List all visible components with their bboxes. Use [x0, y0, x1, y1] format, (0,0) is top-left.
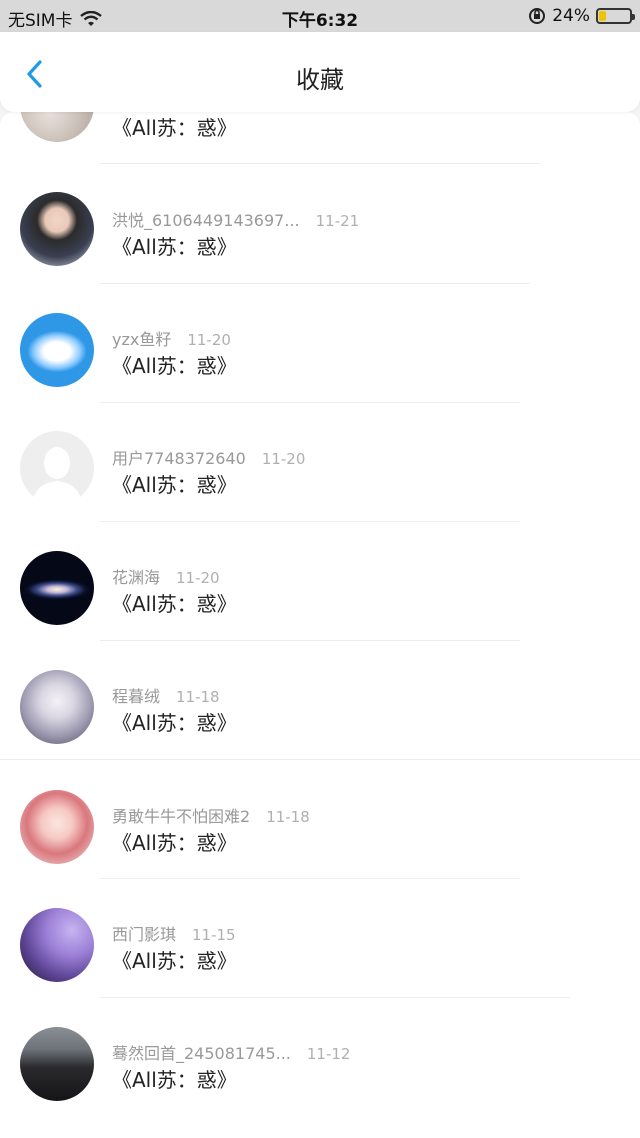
list-item[interactable]: 程暮绒 11-18 《All苏：惑》	[0, 641, 640, 760]
orientation-lock-icon	[529, 8, 546, 24]
nav-bar: 收藏	[0, 32, 640, 112]
default-user-icon	[32, 447, 82, 505]
item-meta: 勇敢牛牛不怕困难2 11-18	[112, 803, 310, 827]
avatar	[20, 551, 94, 625]
user-name: yzx鱼籽	[112, 330, 172, 349]
user-name: 西门影琪	[112, 925, 177, 944]
user-name: 蓦然回首_245081745...	[112, 1044, 291, 1063]
item-date: 11-20	[176, 569, 220, 587]
item-title: 《All苏：惑》	[112, 831, 237, 855]
item-title: 《All苏：惑》	[112, 1068, 237, 1092]
list-item[interactable]: 西门影琪 11-15 《All苏：惑》	[0, 879, 640, 998]
list-item[interactable]: 用户7748372640 11-20 《All苏：惑》	[0, 403, 640, 522]
status-bar: 无SIM卡 下午6:32 24%	[0, 0, 640, 32]
avatar	[20, 908, 94, 982]
avatar	[20, 790, 94, 864]
item-date: 11-20	[187, 331, 231, 349]
item-title: 《All苏：惑》	[112, 116, 237, 140]
status-right: 24%	[528, 6, 635, 26]
list-item[interactable]: yzx鱼籽 11-20 《All苏：惑》	[0, 284, 640, 403]
list-item[interactable]: 洪悦_6106449143697... 11-21 《All苏：惑》	[0, 165, 640, 284]
item-meta: 程暮绒 11-18	[112, 683, 220, 707]
item-date: 11-18	[266, 808, 310, 826]
battery-icon	[596, 8, 635, 24]
item-title: 《All苏：惑》	[112, 235, 237, 259]
list-item[interactable]: 蓦然回首_245081745... 11-12 《All苏：惑》	[0, 998, 640, 1117]
item-date: 11-18	[176, 688, 220, 706]
user-name: 程暮绒	[112, 687, 161, 706]
user-name: 花渊海	[112, 568, 161, 587]
list-item[interactable]: 《All苏：惑》	[0, 112, 640, 165]
divider	[100, 163, 540, 164]
user-name: 勇敢牛牛不怕困难2	[112, 807, 251, 826]
list-item[interactable]: 花渊海 11-20 《All苏：惑》	[0, 522, 640, 641]
item-date: 11-12	[306, 1045, 351, 1063]
item-date: 11-15	[192, 926, 236, 944]
avatar	[20, 112, 94, 142]
item-title: 《All苏：惑》	[112, 592, 237, 616]
item-meta: yzx鱼籽 11-20	[112, 326, 231, 350]
list-item[interactable]: 勇敢牛牛不怕困难2 11-18 《All苏：惑》	[0, 760, 640, 879]
item-title: 《All苏：惑》	[112, 354, 237, 378]
avatar	[20, 1027, 94, 1101]
item-meta: 花渊海 11-20	[112, 564, 220, 588]
battery-level	[599, 11, 606, 21]
item-meta: 用户7748372640 11-20	[112, 445, 305, 469]
page-title: 收藏	[296, 66, 344, 94]
item-title: 《All苏：惑》	[112, 949, 237, 973]
item-meta: 西门影琪 11-15	[112, 921, 236, 945]
user-name: 用户7748372640	[112, 449, 246, 468]
user-name: 洪悦_6106449143697...	[112, 211, 300, 230]
avatar	[20, 431, 94, 505]
avatar	[20, 670, 94, 744]
avatar	[20, 192, 94, 266]
avatar	[20, 313, 94, 387]
item-meta: 洪悦_6106449143697... 11-21	[112, 207, 359, 231]
item-title: 《All苏：惑》	[112, 711, 237, 735]
item-date: 11-21	[315, 212, 360, 230]
item-meta: 蓦然回首_245081745... 11-12	[112, 1040, 350, 1064]
favorites-list: 《All苏：惑》 洪悦_6106449143697... 11-21 《All苏：…	[0, 112, 640, 1138]
item-date: 11-20	[261, 450, 306, 468]
item-title: 《All苏：惑》	[112, 473, 237, 497]
battery-percent: 24%	[552, 6, 590, 26]
